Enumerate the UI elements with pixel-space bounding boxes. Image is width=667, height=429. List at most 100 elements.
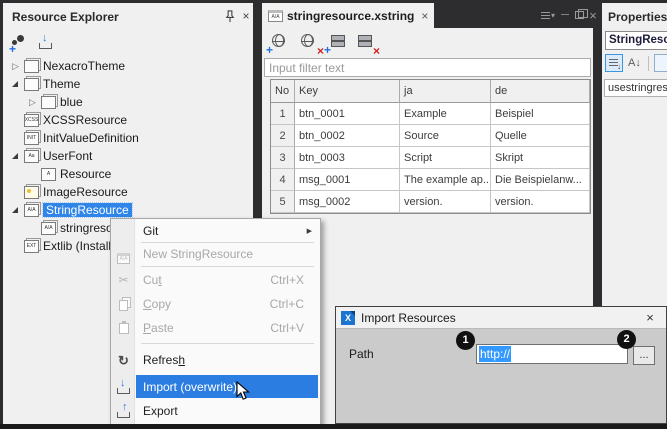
tree-item-blue[interactable]: ▷blue (5, 93, 251, 111)
minimize-icon[interactable]: ─ (558, 8, 572, 22)
menu-item-copy[interactable]: CopyCtrl+C (136, 293, 318, 315)
editor-toolbar: + × + × (262, 28, 593, 56)
tree-item-resource[interactable]: A Resource (5, 165, 251, 183)
alphabetical-sort-icon[interactable]: A↓ (628, 57, 641, 69)
pin-icon-glyph (225, 10, 235, 23)
theme-icon (41, 96, 56, 109)
tree-item-label: ImageResource (43, 185, 128, 199)
menu-item-paste[interactable]: PasteCtrl+V (136, 317, 318, 339)
delete-row-icon[interactable]: × (355, 33, 375, 51)
row-number-cell[interactable]: 1 (271, 103, 295, 125)
import-icon: ↓ (116, 380, 131, 399)
grid-cell[interactable]: Script (400, 147, 491, 169)
import-resources-dialog: X Import Resources × Path http:// ... (335, 306, 667, 424)
menu-item-new-stringresource[interactable]: New StringResource (136, 244, 318, 264)
menu-item-refresh[interactable]: Refresh (136, 349, 318, 371)
menu-item-label: Git (143, 224, 158, 238)
row-number-cell[interactable]: 2 (271, 125, 295, 147)
tree-item-nexacrotheme[interactable]: ▷NexacroTheme (5, 57, 251, 75)
column-header-no[interactable]: No (271, 80, 295, 103)
column-header-key[interactable]: Key (295, 80, 400, 103)
grid-cell[interactable]: btn_0002 (295, 125, 400, 147)
submenu-arrow-icon: ▶ (307, 227, 312, 235)
grid-cell[interactable]: Beispiel (491, 103, 590, 125)
table-row: 2btn_0002SourceQuelle (271, 125, 590, 147)
tree-item-imageresource[interactable]: ImageResource (5, 183, 251, 201)
column-header-de[interactable]: de (491, 80, 590, 103)
dialog-title: Import Resources (361, 311, 456, 325)
browse-button[interactable]: ... (633, 346, 655, 365)
row-number-cell[interactable]: 5 (271, 191, 295, 213)
menu-shortcut: Ctrl+V (270, 321, 304, 335)
expand-icon[interactable]: ▷ (25, 93, 40, 111)
properties-target-select[interactable]: StringResource (605, 31, 667, 50)
menu-item-label: Cut (143, 273, 162, 287)
restore-icon[interactable] (572, 8, 586, 22)
collapse-icon[interactable] (12, 207, 18, 213)
grid-cell[interactable]: btn_0003 (295, 147, 400, 169)
grid-cell[interactable]: version. (491, 191, 590, 213)
menu-item-cut[interactable]: Cut Ctrl+X (136, 269, 318, 291)
filter-input[interactable] (264, 58, 591, 77)
string-icon: A/A (24, 204, 39, 217)
grid-cell[interactable]: version. (400, 191, 491, 213)
grid-cell[interactable]: msg_0002 (295, 191, 400, 213)
menu-shortcut: Ctrl+X (270, 273, 304, 287)
column-header-ja[interactable]: ja (400, 80, 491, 103)
close-icon[interactable]: × (239, 9, 253, 23)
tree-item-label: Theme (43, 77, 80, 91)
menu-item-export[interactable]: Export (136, 400, 318, 422)
tab-stringresource[interactable]: A/A stringresource.xstring × (262, 3, 434, 28)
row-number-cell[interactable]: 4 (271, 169, 295, 191)
path-input[interactable]: http:// (476, 344, 628, 364)
expand-icon[interactable]: ▷ (8, 57, 23, 75)
tab-list-dropdown-icon[interactable]: ▾ (541, 8, 555, 22)
menu-item-label: Import (overwrite) (143, 380, 237, 394)
cut-icon: ✂ (116, 273, 131, 287)
menu-item-git[interactable]: Git ▶ (136, 221, 318, 241)
categorized-view-icon[interactable] (605, 54, 623, 72)
add-language-icon[interactable]: + (270, 33, 290, 51)
import-icon[interactable]: ↓ (38, 35, 56, 52)
grid-cell[interactable]: The example ap... (400, 169, 491, 191)
editor-close-icon[interactable]: × (586, 8, 600, 22)
collapse-icon[interactable] (12, 153, 18, 159)
grid-cell[interactable]: btn_0001 (295, 103, 400, 125)
add-resource-icon[interactable]: + (10, 34, 28, 51)
row-number-cell[interactable]: 3 (271, 147, 295, 169)
menu-separator (141, 343, 314, 344)
tree-item-theme[interactable]: Theme (5, 75, 251, 93)
grid-cell[interactable]: Source (400, 125, 491, 147)
property-row[interactable]: usestringresource (604, 79, 667, 97)
add-row-icon[interactable]: + (328, 33, 348, 51)
theme-icon (24, 78, 39, 91)
resource-explorer-toolbar: + ↓ (3, 29, 253, 55)
copy-icon (116, 297, 131, 316)
menu-item-label: Export (143, 404, 178, 418)
window-bottom-edge (0, 424, 667, 429)
string-icon: A/A (41, 222, 56, 235)
refresh-icon: ↻ (116, 353, 131, 369)
tree-item-initvaluedefinition[interactable]: INITInitValueDefinition (5, 129, 251, 147)
filter-view-icon[interactable] (654, 54, 667, 72)
pin-icon[interactable] (223, 9, 237, 23)
font-resource-icon: A (41, 168, 56, 181)
resource-explorer-title: Resource Explorer (12, 10, 119, 24)
delete-language-icon[interactable]: × (299, 33, 319, 51)
tree-item-stringresource[interactable]: A/AStringResource (5, 201, 251, 219)
toolbar-separator (648, 56, 649, 71)
table-row: 1btn_0001ExampleBeispiel (271, 103, 590, 125)
dialog-close-icon[interactable]: × (643, 311, 657, 325)
tree-item-xcssresource[interactable]: XCSSXCSSResource (5, 111, 251, 129)
tree-item-userfont[interactable]: AaUserFont (5, 147, 251, 165)
tree-item-label: Resource (60, 167, 111, 181)
grid-cell[interactable]: Skript (491, 147, 590, 169)
grid-cell[interactable]: Quelle (491, 125, 590, 147)
grid-cell[interactable]: Example (400, 103, 491, 125)
grid-cell[interactable]: Die Beispielanw... (491, 169, 590, 191)
tab-close-icon[interactable]: × (421, 9, 428, 23)
init-icon: INIT (24, 132, 39, 145)
menu-item-import-overwrite[interactable]: Import (overwrite) (136, 375, 318, 398)
collapse-icon[interactable] (12, 81, 18, 87)
grid-cell[interactable]: msg_0001 (295, 169, 400, 191)
